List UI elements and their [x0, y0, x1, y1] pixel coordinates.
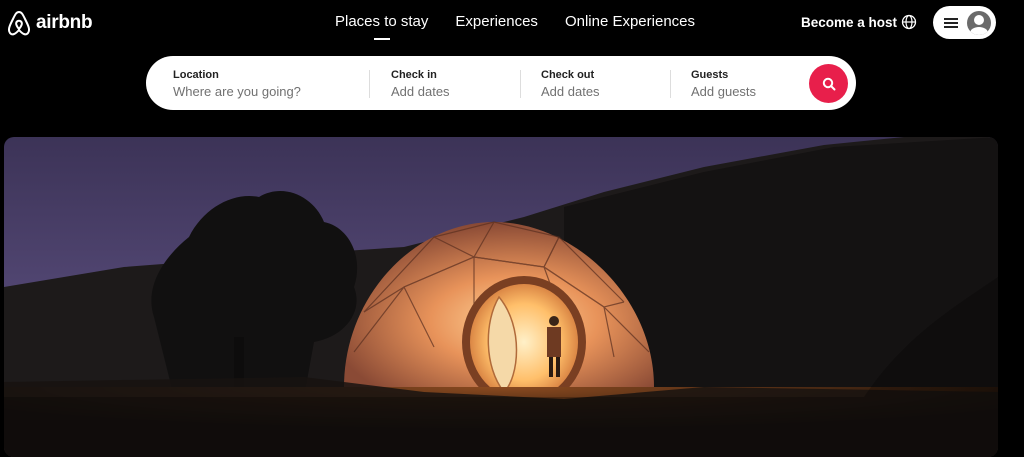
checkout-input[interactable]: Add dates — [541, 84, 600, 99]
divider — [369, 70, 370, 98]
become-host-link[interactable]: Become a host — [801, 15, 897, 30]
checkin-input[interactable]: Add dates — [391, 84, 450, 99]
search-icon — [822, 77, 835, 90]
nav-online-experiences[interactable]: Online Experiences — [565, 13, 695, 40]
user-menu-button[interactable] — [933, 6, 996, 39]
location-label: Location — [173, 69, 219, 81]
location-field[interactable]: Location Where are you going? — [173, 69, 301, 99]
hamburger-menu-icon — [944, 17, 958, 28]
divider — [670, 70, 671, 98]
hero-image — [4, 137, 998, 457]
guests-input[interactable]: Add guests — [691, 84, 756, 99]
checkout-field[interactable]: Check out Add dates — [541, 69, 600, 99]
main-nav: Places to stay Experiences Online Experi… — [335, 13, 695, 40]
airbnb-logo[interactable]: airbnb — [6, 9, 93, 37]
user-avatar-icon — [967, 10, 991, 35]
location-input[interactable]: Where are you going? — [173, 84, 301, 99]
nav-places-to-stay[interactable]: Places to stay — [335, 13, 428, 40]
nav-experiences[interactable]: Experiences — [455, 13, 538, 40]
checkin-label: Check in — [391, 69, 437, 81]
guests-label: Guests — [691, 69, 729, 81]
search-button[interactable] — [809, 64, 848, 103]
divider — [520, 70, 521, 98]
globe-icon[interactable] — [901, 14, 917, 30]
airbnb-logo-icon — [7, 10, 31, 36]
logo-text: airbnb — [36, 12, 93, 33]
search-bar: Location Where are you going? Check in A… — [146, 56, 856, 110]
checkout-label: Check out — [541, 69, 595, 81]
guests-field[interactable]: Guests Add guests — [691, 69, 756, 99]
checkin-field[interactable]: Check in Add dates — [391, 69, 450, 99]
